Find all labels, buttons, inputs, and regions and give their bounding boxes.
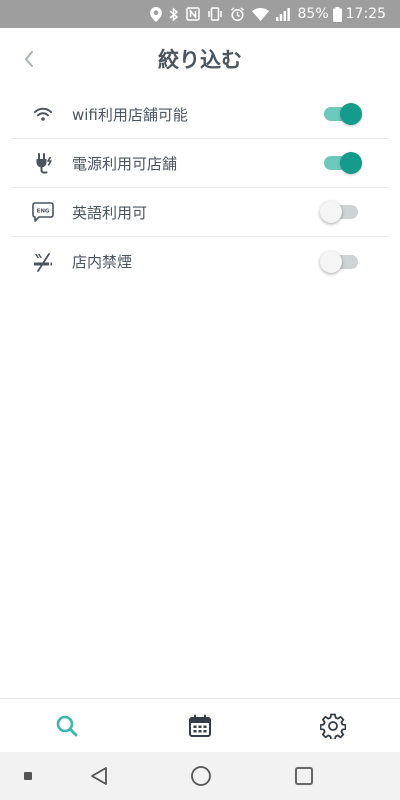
location-icon	[149, 6, 162, 22]
nav-home-button[interactable]	[188, 764, 214, 788]
filter-row-nosmoking: 店内禁煙	[12, 237, 388, 286]
no-smoking-icon	[28, 250, 58, 274]
alarm-icon	[230, 6, 245, 22]
gear-icon	[320, 713, 347, 739]
svg-text:ENG: ENG	[37, 209, 50, 215]
tab-settings[interactable]	[267, 699, 400, 752]
clock: 17:25	[345, 6, 386, 22]
bluetooth-icon	[169, 6, 179, 22]
home-circle-icon	[191, 766, 211, 786]
wifi-toggle[interactable]	[322, 102, 362, 126]
status-icons	[149, 6, 290, 22]
nav-dot-button[interactable]	[22, 770, 34, 782]
battery-percent: 85%	[297, 6, 329, 22]
filter-label: wifi利用店舗可能	[72, 105, 188, 124]
nosmoking-toggle[interactable]	[320, 250, 362, 274]
nav-back-button[interactable]	[86, 764, 112, 788]
eng-chat-icon: ENG	[28, 200, 58, 224]
wifi-icon	[28, 102, 58, 126]
power-plug-icon	[28, 151, 58, 175]
bottom-tab-bar	[0, 698, 400, 752]
page-title: 絞り込む	[158, 48, 242, 72]
english-toggle[interactable]	[320, 200, 362, 224]
calendar-icon	[188, 714, 211, 737]
toggle-knob	[320, 201, 342, 223]
header: 絞り込む	[0, 28, 400, 90]
back-triangle-icon	[91, 767, 107, 785]
dot-icon	[24, 772, 32, 780]
filter-row-english: ENG 英語利用可	[12, 188, 388, 237]
status-bar: 85% 17:25	[0, 0, 400, 28]
filter-label: 電源利用可店舗	[72, 154, 178, 173]
toggle-knob	[340, 103, 362, 125]
filter-list: wifi利用店舗可能 電源利用可店舗 ENG 英語利用可 店内禁煙	[12, 90, 388, 286]
vibrate-icon	[207, 7, 223, 21]
battery-icon	[332, 6, 342, 22]
filter-row-power: 電源利用可店舗	[12, 139, 388, 188]
nfc-icon	[185, 7, 200, 21]
nav-recents-button[interactable]	[291, 764, 317, 788]
toggle-knob	[320, 250, 342, 273]
tab-calendar[interactable]	[133, 699, 266, 752]
signal-icon	[275, 7, 290, 21]
tab-search[interactable]	[0, 699, 133, 752]
toggle-knob	[340, 152, 362, 174]
wifi-icon	[251, 7, 269, 21]
filter-label: 店内禁煙	[72, 253, 133, 271]
search-icon	[56, 715, 78, 736]
system-nav-bar	[0, 752, 400, 800]
power-toggle[interactable]	[322, 151, 362, 175]
filter-label: 英語利用可	[72, 203, 148, 222]
recents-square-icon	[295, 767, 313, 785]
filter-row-wifi: wifi利用店舗可能	[12, 90, 388, 139]
